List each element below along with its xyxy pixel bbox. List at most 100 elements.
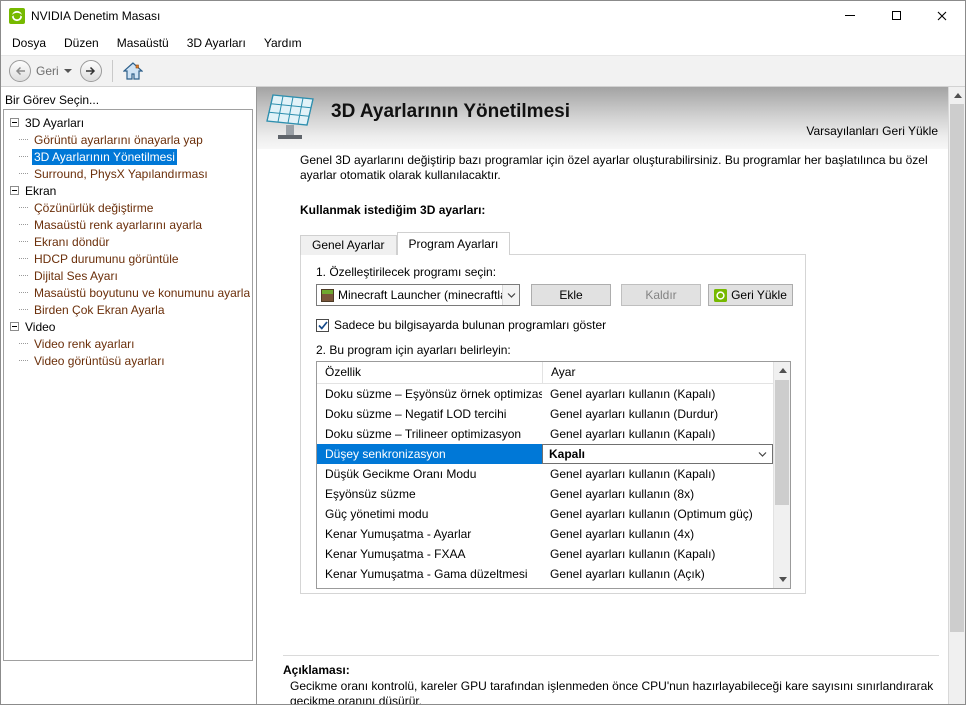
setting-value[interactable]: Genel ayarları kullanın (8x)	[542, 484, 773, 504]
chevron-down-icon	[507, 292, 515, 298]
tab-program-ayarlari[interactable]: Program Ayarları	[396, 232, 511, 255]
maximize-button[interactable]	[873, 1, 919, 30]
setting-name[interactable]: Doku süzme – Trilineer optimizasyon	[317, 424, 542, 444]
table-row[interactable]: Düşük Gecikme Oranı Modu Genel ayarları …	[317, 464, 773, 484]
setting-name[interactable]: Kenar Yumuşatma - Gama düzeltmesi	[317, 564, 542, 584]
minimize-icon	[845, 15, 855, 16]
setting-value-dropdown[interactable]: Kapalı	[542, 444, 773, 464]
tree-group-ekran[interactable]: Ekran	[6, 182, 250, 199]
add-button[interactable]: Ekle	[531, 284, 611, 306]
setting-name[interactable]: Doku süzme – Negatif LOD tercihi	[317, 404, 542, 424]
setting-name[interactable]: Doku süzme – Eşyönsüz örnek optimizasyon…	[317, 384, 542, 404]
forward-button[interactable]	[79, 60, 102, 82]
tree-group-video[interactable]: Video	[6, 318, 250, 335]
page-scrollbar-up-button[interactable]	[949, 87, 965, 104]
sidebar-item-hdcp[interactable]: HDCP durumunu görüntüle	[6, 250, 250, 267]
setting-value[interactable]: Genel ayarları kullanın (4x)	[542, 524, 773, 544]
tab-genel-ayarlar[interactable]: Genel Ayarlar	[300, 235, 397, 255]
setting-value[interactable]: Genel ayarları kullanın (Kapalı)	[542, 544, 773, 564]
setting-value[interactable]: Genel ayarları kullanın (Kapalı)	[542, 384, 773, 404]
close-button[interactable]	[919, 1, 965, 30]
step2-label: 2. Bu program için ayarları belirleyin:	[316, 343, 511, 357]
menu-item-yardim[interactable]: Yardım	[255, 33, 311, 53]
tree-group-label: Ekran	[25, 183, 57, 198]
tree-group-label: Video	[25, 319, 56, 334]
collapse-icon[interactable]	[10, 322, 19, 331]
table-scrollbar-up-button[interactable]	[774, 362, 790, 379]
home-button[interactable]	[122, 62, 143, 80]
collapse-icon[interactable]	[10, 186, 19, 195]
settings-tabstrip: Genel Ayarlar Program Ayarları	[300, 232, 511, 255]
sidebar-item-dijital-ses[interactable]: Dijital Ses Ayarı	[6, 267, 250, 284]
page-header: 3D Ayarlarının Yönetilmesi Varsayılanlar…	[257, 87, 948, 149]
table-row[interactable]: Kenar Yumuşatma - Ayarlar Genel ayarları…	[317, 524, 773, 544]
sidebar-header: Bir Görev Seçin...	[5, 93, 100, 107]
table-row[interactable]: Kenar Yumuşatma - FXAA Genel ayarları ku…	[317, 544, 773, 564]
setting-value[interactable]: Genel ayarları kullanın (Kapalı)	[542, 464, 773, 484]
setting-name[interactable]: Güç yönetimi modu	[317, 504, 542, 524]
tree-connector	[19, 258, 28, 259]
setting-name[interactable]: Eşyönsüz süzme	[317, 484, 542, 504]
settings-heading: Kullanmak istediğim 3D ayarları:	[300, 203, 486, 217]
dropdown-button[interactable]	[502, 285, 519, 305]
setting-value[interactable]: Genel ayarları kullanın (Açık)	[542, 564, 773, 584]
table-row[interactable]: Doku süzme – Eşyönsüz örnek optimizasyon…	[317, 384, 773, 404]
menu-item-duzen[interactable]: Düzen	[55, 33, 108, 53]
tree-connector	[19, 241, 28, 242]
table-row[interactable]: Eşyönsüz süzme Genel ayarları kullanın (…	[317, 484, 773, 504]
column-header-ozellik[interactable]: Özellik	[317, 362, 542, 383]
menu-item-dosya[interactable]: Dosya	[3, 33, 55, 53]
sidebar-item-3d-ayarlarinin-yonetilmesi[interactable]: 3D Ayarlarının Yönetilmesi	[6, 148, 250, 165]
setting-name[interactable]: Kenar Yumuşatma - Ayarlar	[317, 524, 542, 544]
checkmark-icon	[317, 320, 328, 330]
menu-item-masaustu[interactable]: Masaüstü	[108, 33, 178, 53]
menu-item-3d-ayarlari[interactable]: 3D Ayarları	[178, 33, 255, 53]
sidebar-item-goruntu-onayar[interactable]: Görüntü ayarlarını önayarla yap	[6, 131, 250, 148]
menubar: Dosya Düzen Masaüstü 3D Ayarları Yardım	[1, 30, 965, 55]
back-history-caret-icon[interactable]	[63, 69, 72, 73]
table-scrollbar-thumb[interactable]	[775, 380, 789, 505]
back-button[interactable]	[9, 60, 31, 82]
tree-group-3d-ayarlari[interactable]: 3D Ayarları	[6, 114, 250, 131]
window-title: NVIDIA Denetim Masası	[31, 8, 161, 23]
table-row[interactable]: Doku süzme – Trilineer optimizasyon Gene…	[317, 424, 773, 444]
minimize-button[interactable]	[827, 1, 873, 30]
table-row[interactable]: Güç yönetimi modu Genel ayarları kullanı…	[317, 504, 773, 524]
sidebar-item-cozunurluk[interactable]: Çözünürlük değiştirme	[6, 199, 250, 216]
task-tree: 3D Ayarları Görüntü ayarlarını önayarla …	[3, 109, 253, 661]
table-row[interactable]: Kenar Yumuşatma - Gama düzeltmesi Genel …	[317, 564, 773, 584]
setting-value[interactable]: Genel ayarları kullanın (Optimum güç)	[542, 504, 773, 524]
page-scrollbar-thumb[interactable]	[950, 104, 964, 632]
tree-connector	[19, 275, 28, 276]
setting-name[interactable]: Düşey senkronizasyon	[317, 444, 542, 464]
setting-value[interactable]: Genel ayarları kullanın (Durdur)	[542, 404, 773, 424]
column-header-ayar[interactable]: Ayar	[542, 362, 773, 383]
tree-connector	[19, 343, 28, 344]
show-only-installed-checkbox[interactable]	[316, 318, 329, 332]
sidebar-item-birden-cok-ekran[interactable]: Birden Çok Ekran Ayarla	[6, 301, 250, 318]
table-row-selected[interactable]: Düşey senkronizasyon Kapalı	[317, 444, 773, 464]
page-intro-text: Genel 3D ayarlarını değiştirip bazı prog…	[300, 153, 928, 182]
table-scrollbar[interactable]	[773, 362, 790, 588]
setting-name[interactable]: Düşük Gecikme Oranı Modu	[317, 464, 542, 484]
sidebar-item-masaustu-renk[interactable]: Masaüstü renk ayarlarını ayarla	[6, 216, 250, 233]
program-select-dropdown[interactable]: Minecraft Launcher (minecraftla...	[316, 284, 520, 306]
setting-value[interactable]: Genel ayarları kullanın (Kapalı)	[542, 424, 773, 444]
page-scrollbar[interactable]	[948, 87, 965, 704]
table-scrollbar-down-button[interactable]	[774, 571, 790, 588]
setting-name[interactable]: Kenar Yumuşatma - FXAA	[317, 544, 542, 564]
sidebar-item-video-goruntu[interactable]: Video görüntüsü ayarları	[6, 352, 250, 369]
tree-connector	[19, 292, 28, 293]
back-label: Geri	[36, 64, 59, 78]
restore-defaults-link[interactable]: Varsayılanları Geri Yükle	[806, 124, 938, 138]
sidebar-item-ekrani-dondur[interactable]: Ekranı döndür	[6, 233, 250, 250]
remove-button[interactable]: Kaldır	[621, 284, 701, 306]
table-header: Özellik Ayar	[317, 362, 773, 384]
forward-arrow-icon	[86, 66, 96, 76]
restore-button[interactable]: Geri Yükle	[708, 284, 793, 306]
sidebar-item-surround-physx[interactable]: Surround, PhysX Yapılandırması	[6, 165, 250, 182]
sidebar-item-video-renk[interactable]: Video renk ayarları	[6, 335, 250, 352]
table-row[interactable]: Doku süzme – Negatif LOD tercihi Genel a…	[317, 404, 773, 424]
collapse-icon[interactable]	[10, 118, 19, 127]
sidebar-item-masaustu-boyut[interactable]: Masaüstü boyutunu ve konumunu ayarla	[6, 284, 250, 301]
